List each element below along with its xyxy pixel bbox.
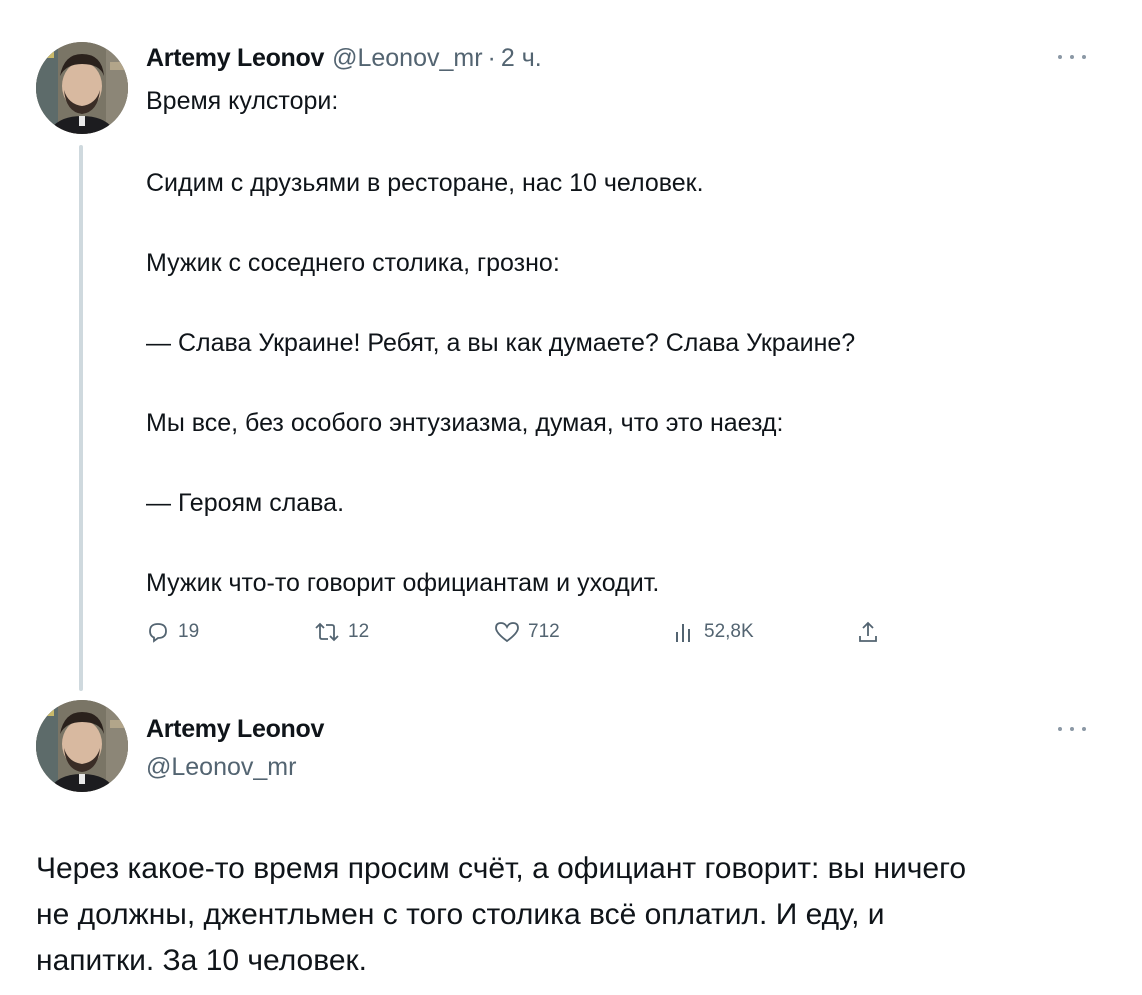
avatar[interactable] [36,700,128,792]
tweet-line: — Слава Украине! Ребят, а вы как думаете… [146,329,856,357]
views-button[interactable]: 52,8K [674,616,754,648]
more-icon[interactable] [1058,52,1086,62]
tweet-header: Artemy Leonov @Leonov_mr [146,712,324,784]
heart-icon [494,620,520,644]
thread-line [79,145,83,691]
tweet-1: Artemy Leonov @Leonov_mr · 2 ч. Время ку… [0,0,1142,700]
tweet-line: Сидим с друзьями в ресторане, нас 10 чел… [146,169,704,197]
tweet-line: Мужик с соседнего столика, грозно: [146,249,560,277]
author-handle[interactable]: @Leonov_mr [332,44,482,73]
reply-count: 19 [178,621,200,642]
views-count: 52,8K [704,621,754,642]
author-name[interactable]: Artemy Leonov [146,712,324,746]
tweet-line: напитки. За 10 человек. [36,944,367,977]
reply-icon [146,620,170,644]
tweet-line: не должны, джентльмен с того столика всё… [36,898,885,931]
like-count: 712 [528,621,560,642]
tweet-header: Artemy Leonov @Leonov_mr · 2 ч. [146,44,542,78]
share-icon [856,620,880,644]
action-bar: 19 12 712 52,8K [146,616,906,648]
tweet-line: Время кулстори: [146,87,339,115]
tweet-text: Через какое-то время просим счёт, а офиц… [36,846,1116,984]
tweet-line: Мы все, без особого энтузиазма, думая, ч… [146,409,784,437]
share-button[interactable] [856,616,880,648]
reply-button[interactable]: 19 [146,616,199,648]
tweet-line: — Героям слава. [146,489,345,517]
more-icon[interactable] [1058,724,1086,734]
retweet-count: 12 [348,621,370,642]
retweet-icon [314,620,340,644]
tweet-line: Через какое-то время просим счёт, а офиц… [36,852,967,885]
author-name[interactable]: Artemy Leonov [146,44,324,73]
separator-dot: · [487,44,496,72]
analytics-icon [674,620,696,644]
tweet-line: Мужик что-то говорит официантам и уходит… [146,569,660,597]
timestamp[interactable]: 2 ч. [501,44,542,73]
like-button[interactable]: 712 [494,616,560,648]
retweet-button[interactable]: 12 [314,616,369,648]
avatar[interactable] [36,42,128,134]
author-handle[interactable]: @Leonov_mr [146,750,324,784]
